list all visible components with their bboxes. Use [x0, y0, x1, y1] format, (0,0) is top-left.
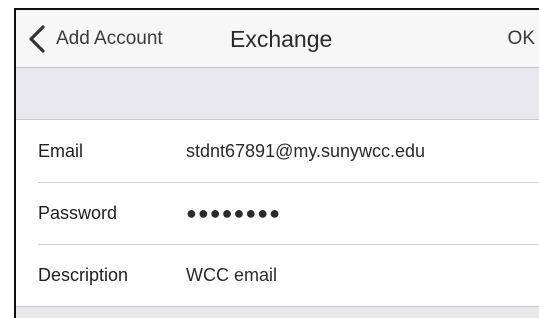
email-field[interactable]	[186, 140, 539, 162]
section-spacer	[16, 68, 539, 120]
password-label: Password	[38, 202, 118, 223]
description-label: Description	[38, 264, 129, 285]
page-title: Exchange	[230, 26, 333, 52]
exchange-settings-panel: Add Account Exchange OK Email Password ●…	[14, 8, 539, 318]
chevron-left-icon	[29, 25, 45, 53]
password-field[interactable]: ●●●●●●●●	[186, 203, 539, 224]
password-row: Password ●●●●●●●●	[38, 182, 539, 245]
description-field[interactable]	[186, 264, 539, 286]
section-spacer-bottom	[16, 307, 539, 318]
navigation-bar: Add Account Exchange OK	[16, 10, 539, 68]
account-form: Email Password ●●●●●●●● Description	[16, 120, 539, 307]
email-row: Email	[38, 120, 539, 183]
back-button[interactable]: Add Account	[26, 22, 163, 56]
email-label: Email	[38, 140, 84, 161]
ok-button[interactable]: OK	[508, 22, 535, 56]
back-button-label: Add Account	[56, 28, 163, 49]
description-row: Description	[38, 244, 539, 306]
